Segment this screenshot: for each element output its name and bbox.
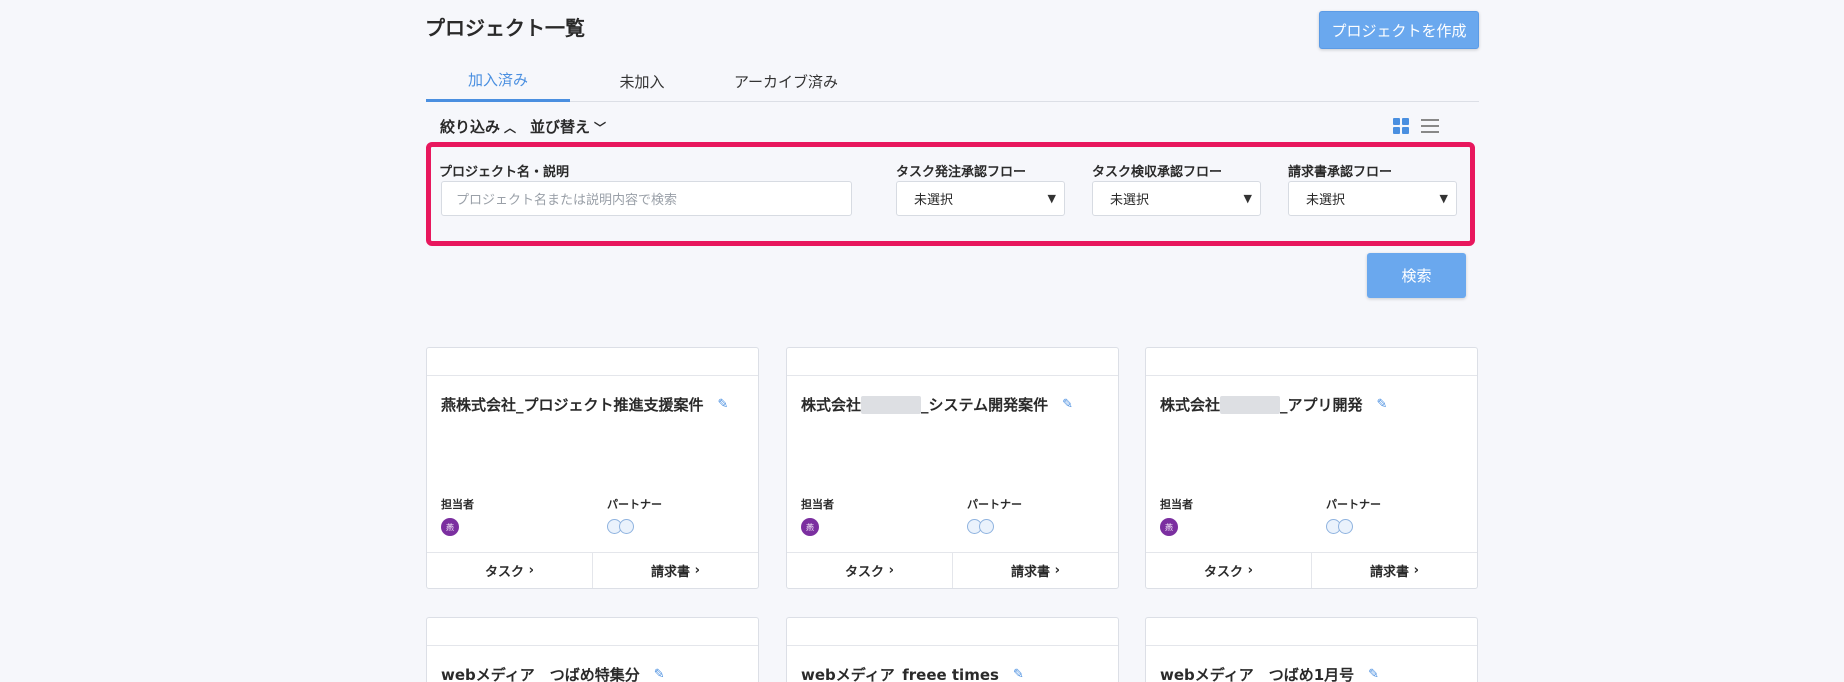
avatar: 燕 (1160, 518, 1178, 536)
name-field-label: プロジェクト名・説明 (439, 165, 570, 180)
card-footer: タスク › 請求書 › (427, 552, 758, 588)
sort-toggle[interactable]: 並び替え ﹀ (530, 116, 606, 137)
tasks-link[interactable]: タスク › (427, 553, 592, 588)
project-title[interactable]: 燕株式会社_プロジェクト推進支援案件 ✎ (441, 394, 728, 415)
avatar (979, 519, 994, 534)
order-flow-label: タスク発注承認フロー (896, 165, 1027, 180)
project-card[interactable]: 株式会社 _アプリ開発 ✎ 担当者 パートナー 燕 タスク › 請求書 › (1145, 347, 1478, 589)
project-card[interactable]: webメディア_freee times ✎ (786, 617, 1119, 682)
filter-toggle[interactable]: 絞り込み ︿ (440, 116, 516, 137)
edit-pencil-icon[interactable]: ✎ (1062, 397, 1073, 412)
partner-label: パートナー (1326, 498, 1381, 511)
search-panel: プロジェクト名・説明 プロジェクト名または説明内容で検索 タスク発注承認フロー … (426, 142, 1475, 246)
tasks-link[interactable]: タスク › (1146, 553, 1311, 588)
redacted-block (1220, 395, 1281, 414)
project-title[interactable]: webメディア__つばめ1月号 ✎ (1160, 664, 1379, 682)
chevron-down-icon: ▼ (1047, 192, 1056, 205)
inspection-flow-label: タスク検収承認フロー (1092, 165, 1223, 180)
filter-label: 絞り込み (440, 118, 501, 136)
avatar: 燕 (801, 518, 819, 536)
chevron-down-icon: ﹀ (594, 121, 607, 135)
owner-label: 担当者 (801, 498, 834, 511)
project-card[interactable]: webメディア__つばめ特集分 ✎ (426, 617, 759, 682)
project-title[interactable]: webメディア__つばめ特集分 ✎ (441, 664, 665, 682)
invoice-flow-value: 未選択 (1306, 193, 1346, 208)
invoice-flow-label: 請求書承認フロー (1288, 165, 1393, 180)
chevron-down-icon: ▼ (1243, 192, 1252, 205)
grid-view-icon[interactable] (1393, 118, 1409, 134)
inspection-flow-select[interactable]: 未選択 ▼ (1092, 181, 1261, 216)
filter-toolbar: 絞り込み ︿ 並び替え ﹀ (440, 116, 606, 137)
project-title[interactable]: webメディア_freee times ✎ (801, 664, 1024, 682)
sort-label: 並び替え (530, 118, 591, 136)
inspection-flow-value: 未選択 (1110, 193, 1150, 208)
edit-pencil-icon[interactable]: ✎ (1377, 397, 1388, 412)
partner-label: パートナー (607, 498, 662, 511)
page-title: プロジェクト一覧 (425, 16, 585, 40)
tab-bar: 加入済み 未加入 アーカイブ済み (426, 60, 1479, 102)
project-card[interactable]: 株式会社 _システム開発案件 ✎ 担当者 パートナー 燕 タスク › 請求書 › (786, 347, 1119, 589)
tab-not-joined[interactable]: 未加入 (570, 60, 714, 102)
view-switcher (1393, 118, 1439, 134)
invoice-link[interactable]: 請求書 › (1311, 553, 1477, 588)
project-card[interactable]: webメディア__つばめ1月号 ✎ (1145, 617, 1478, 682)
avatar: 燕 (441, 518, 459, 536)
chevron-up-icon: ︿ (504, 121, 517, 135)
tasks-link[interactable]: タスク › (787, 553, 952, 588)
invoice-link[interactable]: 請求書 › (592, 553, 758, 588)
partner-avatars (967, 519, 994, 534)
invoice-link[interactable]: 請求書 › (952, 553, 1118, 588)
order-flow-select[interactable]: 未選択 ▼ (896, 181, 1065, 216)
edit-pencil-icon[interactable]: ✎ (1368, 667, 1379, 682)
order-flow-value: 未選択 (914, 193, 954, 208)
card-footer: タスク › 請求書 › (1146, 552, 1477, 588)
invoice-flow-select[interactable]: 未選択 ▼ (1288, 181, 1457, 216)
owner-label: 担当者 (1160, 498, 1193, 511)
project-card[interactable]: 燕株式会社_プロジェクト推進支援案件 ✎ 担当者 パートナー 燕 タスク › 請… (426, 347, 759, 589)
avatar (619, 519, 634, 534)
partner-avatars (607, 519, 634, 534)
tab-joined[interactable]: 加入済み (426, 60, 570, 102)
project-title[interactable]: 株式会社 _システム開発案件 ✎ (801, 394, 1073, 415)
tab-archived[interactable]: アーカイブ済み (714, 60, 858, 102)
edit-pencil-icon[interactable]: ✎ (654, 667, 665, 682)
list-view-icon[interactable] (1421, 118, 1439, 134)
search-button[interactable]: 検索 (1367, 253, 1466, 298)
avatar (1338, 519, 1353, 534)
edit-pencil-icon[interactable]: ✎ (718, 397, 729, 412)
partner-label: パートナー (967, 498, 1022, 511)
redacted-block (861, 395, 922, 414)
edit-pencil-icon[interactable]: ✎ (1013, 667, 1024, 682)
owner-label: 担当者 (441, 498, 474, 511)
project-search-input[interactable]: プロジェクト名または説明内容で検索 (441, 181, 852, 216)
partner-avatars (1326, 519, 1353, 534)
card-footer: タスク › 請求書 › (787, 552, 1118, 588)
project-title[interactable]: 株式会社 _アプリ開発 ✎ (1160, 394, 1387, 415)
create-project-button[interactable]: プロジェクトを作成 (1319, 11, 1479, 49)
chevron-down-icon: ▼ (1439, 192, 1448, 205)
